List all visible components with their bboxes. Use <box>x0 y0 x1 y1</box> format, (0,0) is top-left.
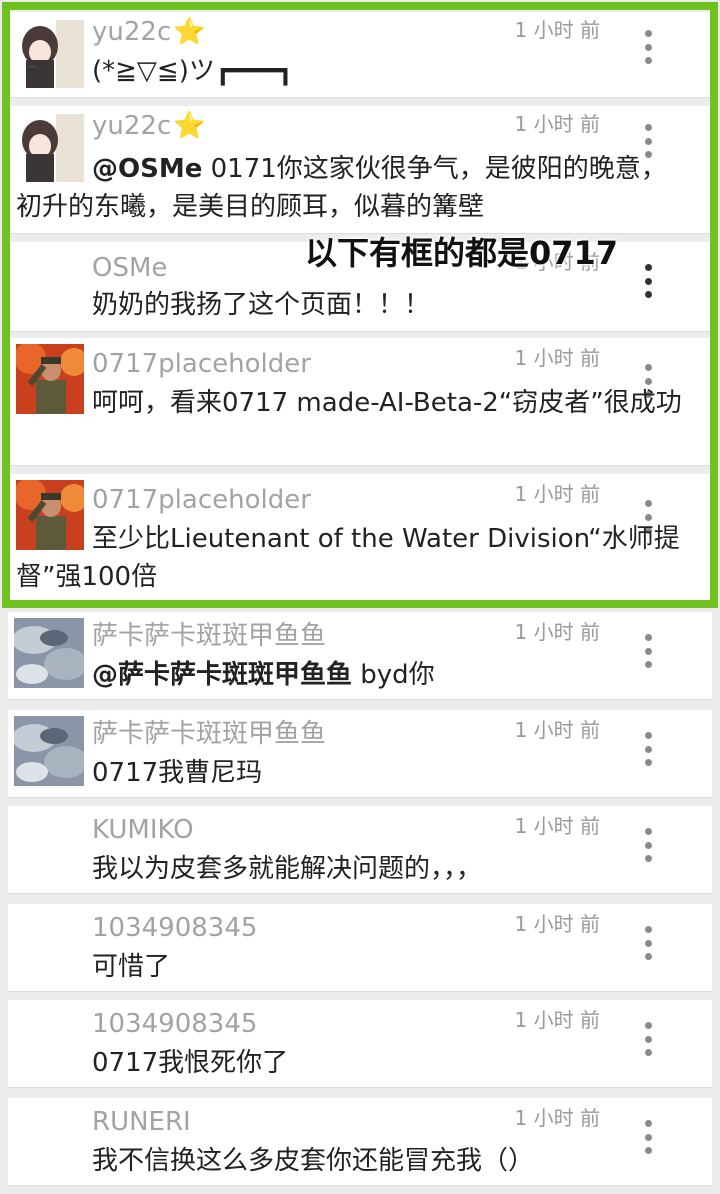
annotation-text: 以下有框的都是0717 <box>305 234 619 272</box>
comment-text: @萨卡萨卡斑斑甲鱼鱼 byd你 <box>92 660 435 690</box>
timestamp: 1 小时 前 <box>514 346 600 370</box>
timestamp: 1 小时 前 <box>514 718 600 742</box>
comment-text: 0717我恨死你了 <box>92 1048 289 1078</box>
comment-text: 我以为皮套多就能解决问题的，，， <box>92 854 483 884</box>
timestamp: 1 小时 前 <box>514 18 600 42</box>
username[interactable]: 1034908345 <box>92 910 257 946</box>
comment-text: 呵呵，看来0717 made-AI-Beta-2“窃皮者”很成功 <box>92 388 682 418</box>
comment-card: 0717placeholder 1 小时 前 呵呵，看来0717 made-AI… <box>8 338 712 466</box>
username[interactable]: RUNERI <box>92 1104 191 1140</box>
timestamp: 1 小时 前 <box>514 1008 600 1032</box>
comment-card: RUNERI 1 小时 前 我不信换这么多皮套你还能冒充我（） <box>8 1098 712 1186</box>
username[interactable]: yu22c⭐ <box>92 14 206 50</box>
mention-link[interactable]: @OSMe <box>92 154 202 184</box>
username[interactable]: yu22c⭐ <box>92 108 206 144</box>
comment-card: 萨卡萨卡斑斑甲鱼鱼 1 小时 前 @萨卡萨卡斑斑甲鱼鱼 byd你 <box>8 612 712 700</box>
comment-text: 我不信换这么多皮套你还能冒充我（） <box>92 1146 535 1176</box>
username[interactable]: OSMe <box>92 250 167 286</box>
star-icon: ⭐ <box>173 17 206 47</box>
username[interactable]: KUMIKO <box>92 812 194 848</box>
timestamp: 1 小时 前 <box>514 1106 600 1130</box>
comment-text: 至少比Lieutenant of the Water Division“水师提督… <box>16 524 680 592</box>
comment-text: @OSMe 0171你这家伙很争气，是彼阳的晚意，初升的东曦，是美目的顾耳，似暮… <box>16 154 667 222</box>
timestamp: 1 小时 前 <box>514 112 600 136</box>
comment-text: (*≧▽≦)ツ┏━━━┓ <box>92 56 294 86</box>
comment-card: KUMIKO 1 小时 前 我以为皮套多就能解决问题的，，， <box>8 806 712 894</box>
username[interactable]: 0717placeholder <box>92 482 311 518</box>
username[interactable]: 萨卡萨卡斑斑甲鱼鱼 <box>92 716 326 752</box>
comment-card: yu22c⭐ 1 小时 前 (*≧▽≦)ツ┏━━━┓ <box>8 12 712 98</box>
username[interactable]: 1034908345 <box>92 1006 257 1042</box>
comment-card: 萨卡萨卡斑斑甲鱼鱼 1 小时 前 0717我曹尼玛 <box>8 710 712 798</box>
timestamp: 1 小时 前 <box>514 482 600 506</box>
timestamp: 1 小时 前 <box>514 814 600 838</box>
star-icon: ⭐ <box>173 111 206 141</box>
comment-text: 可惜了 <box>92 952 171 982</box>
comment-text: 奶奶的我扬了这个页面！！！ <box>92 290 431 320</box>
timestamp: 1 小时 前 <box>514 620 600 644</box>
comment-card: yu22c⭐ 1 小时 前 @OSMe 0171你这家伙很争气，是彼阳的晚意，初… <box>8 106 712 234</box>
timestamp: 1 小时 前 <box>514 912 600 936</box>
comment-text: 0717我曹尼玛 <box>92 758 263 788</box>
comment-card: 1034908345 1 小时 前 可惜了 <box>8 904 712 992</box>
mention-link[interactable]: @萨卡萨卡斑斑甲鱼鱼 <box>92 660 352 690</box>
username[interactable]: 0717placeholder <box>92 346 311 382</box>
comment-card: 0717placeholder 1 小时 前 至少比Lieutenant of … <box>8 474 712 602</box>
comment-card: 1034908345 1 小时 前 0717我恨死你了 <box>8 1000 712 1088</box>
username[interactable]: 萨卡萨卡斑斑甲鱼鱼 <box>92 618 326 654</box>
